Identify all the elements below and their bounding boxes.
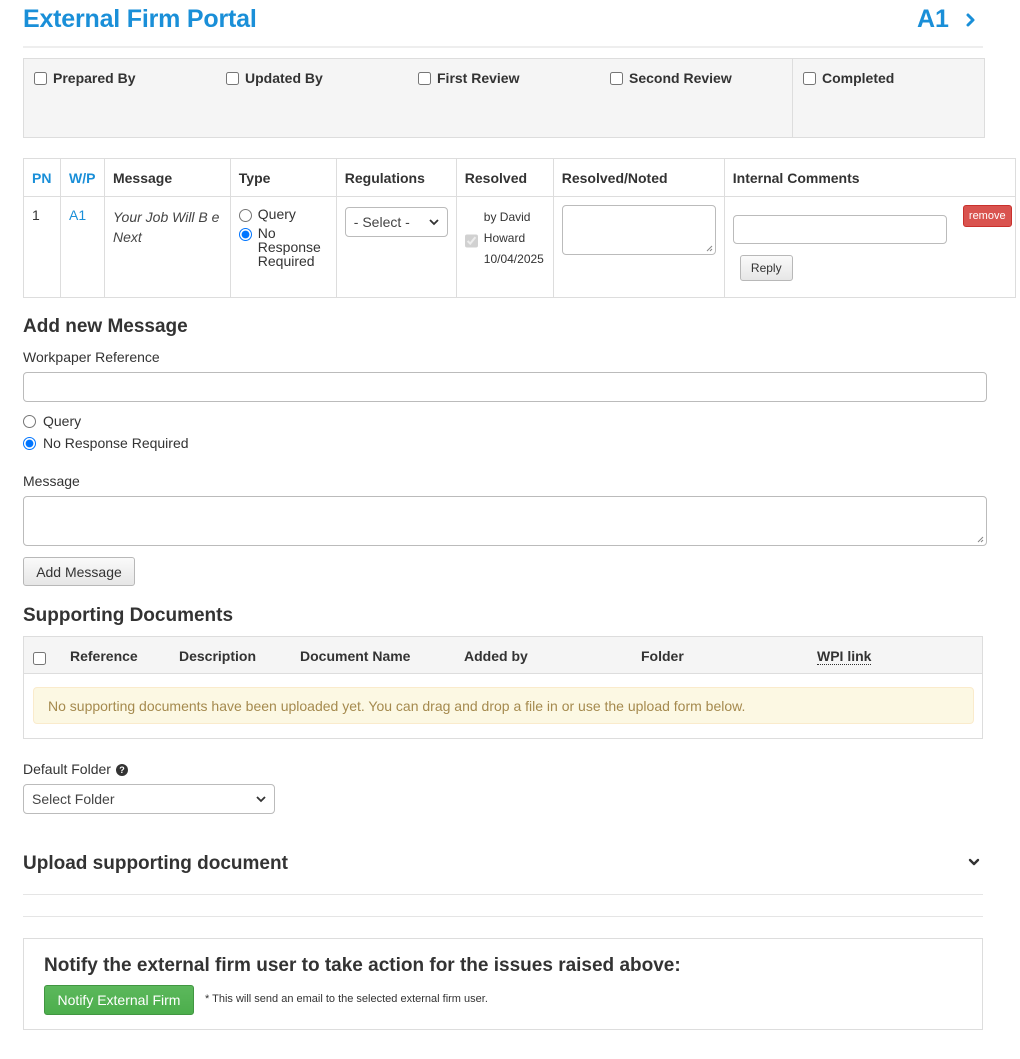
resolved-by: by David Howard: [483, 210, 531, 245]
divider: [23, 916, 983, 917]
new-type-no-response[interactable]: No Response Required: [23, 435, 189, 451]
resize-handle-icon[interactable]: [977, 536, 984, 543]
signoff-first-review[interactable]: First Review: [408, 59, 600, 137]
add-message-button[interactable]: Add Message: [23, 557, 135, 586]
column-header[interactable]: Folder: [641, 648, 684, 664]
upload-heading[interactable]: Upload supporting document: [23, 853, 288, 875]
divider: [23, 894, 983, 895]
internal-comment-input[interactable]: [732, 215, 947, 244]
resolved-info: by David Howard 10/04/2025: [464, 207, 545, 270]
column-header: Internal Comments: [723, 158, 1017, 197]
notify-heading: Notify the external firm user to take ac…: [44, 955, 681, 976]
default-folder-label: Default Folder?: [23, 761, 128, 777]
column-header[interactable]: Reference: [70, 648, 138, 664]
select-all-checkbox[interactable]: [33, 652, 46, 665]
column-header: Type: [229, 158, 337, 197]
row-message: Your Job Will B e Next: [112, 209, 220, 245]
new-type-radio-query[interactable]: [23, 414, 36, 428]
workpaper-ref[interactable]: A1: [917, 5, 949, 34]
wp-ref-input[interactable]: [23, 372, 987, 402]
docs-header-row: Reference Description Document Name Adde…: [24, 637, 982, 674]
resolved-noted-textarea[interactable]: [561, 205, 716, 255]
chevron-right-icon[interactable]: [962, 8, 980, 30]
column-header[interactable]: WPI link: [817, 648, 872, 665]
signoff-second-review[interactable]: Second Review: [600, 59, 792, 137]
reply-button[interactable]: Reply: [739, 255, 793, 281]
wp-ref-label: Workpaper Reference: [23, 349, 160, 365]
table-row: 1 A1 Your Job Will B e Next Query No Res…: [23, 196, 1017, 298]
column-header[interactable]: PN: [23, 158, 61, 197]
new-type-query[interactable]: Query: [23, 413, 81, 429]
page-title: External Firm Portal: [23, 5, 257, 33]
resolved-checkbox: [464, 212, 478, 270]
chevron-down-icon[interactable]: [966, 856, 982, 870]
type-radio-query[interactable]: [238, 209, 252, 222]
remove-button[interactable]: remove: [962, 205, 1012, 227]
type-option-no-response[interactable]: No Response Required: [238, 226, 328, 268]
resize-handle-icon[interactable]: [706, 245, 713, 252]
chevron-down-icon: [256, 796, 266, 803]
type-option-query[interactable]: Query: [238, 207, 328, 222]
resolved-date: 10/04/2025: [483, 252, 544, 266]
message-textarea[interactable]: [23, 496, 987, 546]
header-divider: [23, 46, 983, 48]
add-message-heading: Add new Message: [23, 316, 188, 337]
column-header: Message: [103, 158, 231, 197]
type-radio-no-response[interactable]: [238, 228, 252, 241]
supporting-docs-table: Reference Description Document Name Adde…: [23, 636, 983, 739]
notify-external-firm-button[interactable]: Notify External Firm: [44, 985, 194, 1015]
column-header: Resolved: [455, 158, 554, 197]
signoff-prepared-by[interactable]: Prepared By: [24, 59, 216, 137]
chevron-down-icon: [429, 219, 439, 226]
column-header[interactable]: Document Name: [300, 648, 410, 664]
signoff-completed[interactable]: Completed: [792, 59, 984, 137]
column-header[interactable]: W/P: [59, 158, 105, 197]
empty-docs-alert: No supporting documents have been upload…: [33, 687, 974, 724]
column-header[interactable]: Description: [179, 648, 256, 664]
messages-table: PN W/P Message Type Regulations Resolved…: [23, 158, 1017, 298]
message-label: Message: [23, 473, 80, 489]
regulations-select[interactable]: - Select -: [344, 207, 448, 237]
signoff-checkbox[interactable]: [226, 72, 239, 85]
folder-select[interactable]: Select Folder: [23, 784, 275, 814]
supporting-docs-heading: Supporting Documents: [23, 605, 234, 626]
signoff-checkbox[interactable]: [803, 72, 816, 85]
column-header: Resolved/Noted: [552, 158, 725, 197]
column-header: Regulations: [335, 158, 457, 197]
signoff-panel: Prepared By Updated By First Review Seco…: [23, 58, 985, 138]
row-wp-link[interactable]: A1: [69, 207, 86, 223]
new-type-radio-no-response[interactable]: [23, 436, 36, 450]
column-header[interactable]: Added by: [464, 648, 528, 664]
help-icon[interactable]: ?: [115, 764, 128, 776]
signoff-checkbox[interactable]: [418, 72, 431, 85]
row-pn: 1: [23, 196, 61, 298]
signoff-updated-by[interactable]: Updated By: [216, 59, 408, 137]
signoff-checkbox[interactable]: [34, 72, 47, 85]
table-header-row: PN W/P Message Type Regulations Resolved…: [23, 158, 1017, 197]
notify-panel: Notify the external firm user to take ac…: [23, 938, 983, 1030]
notify-note: * This will send an email to the selecte…: [205, 993, 488, 1005]
signoff-checkbox[interactable]: [610, 72, 623, 85]
